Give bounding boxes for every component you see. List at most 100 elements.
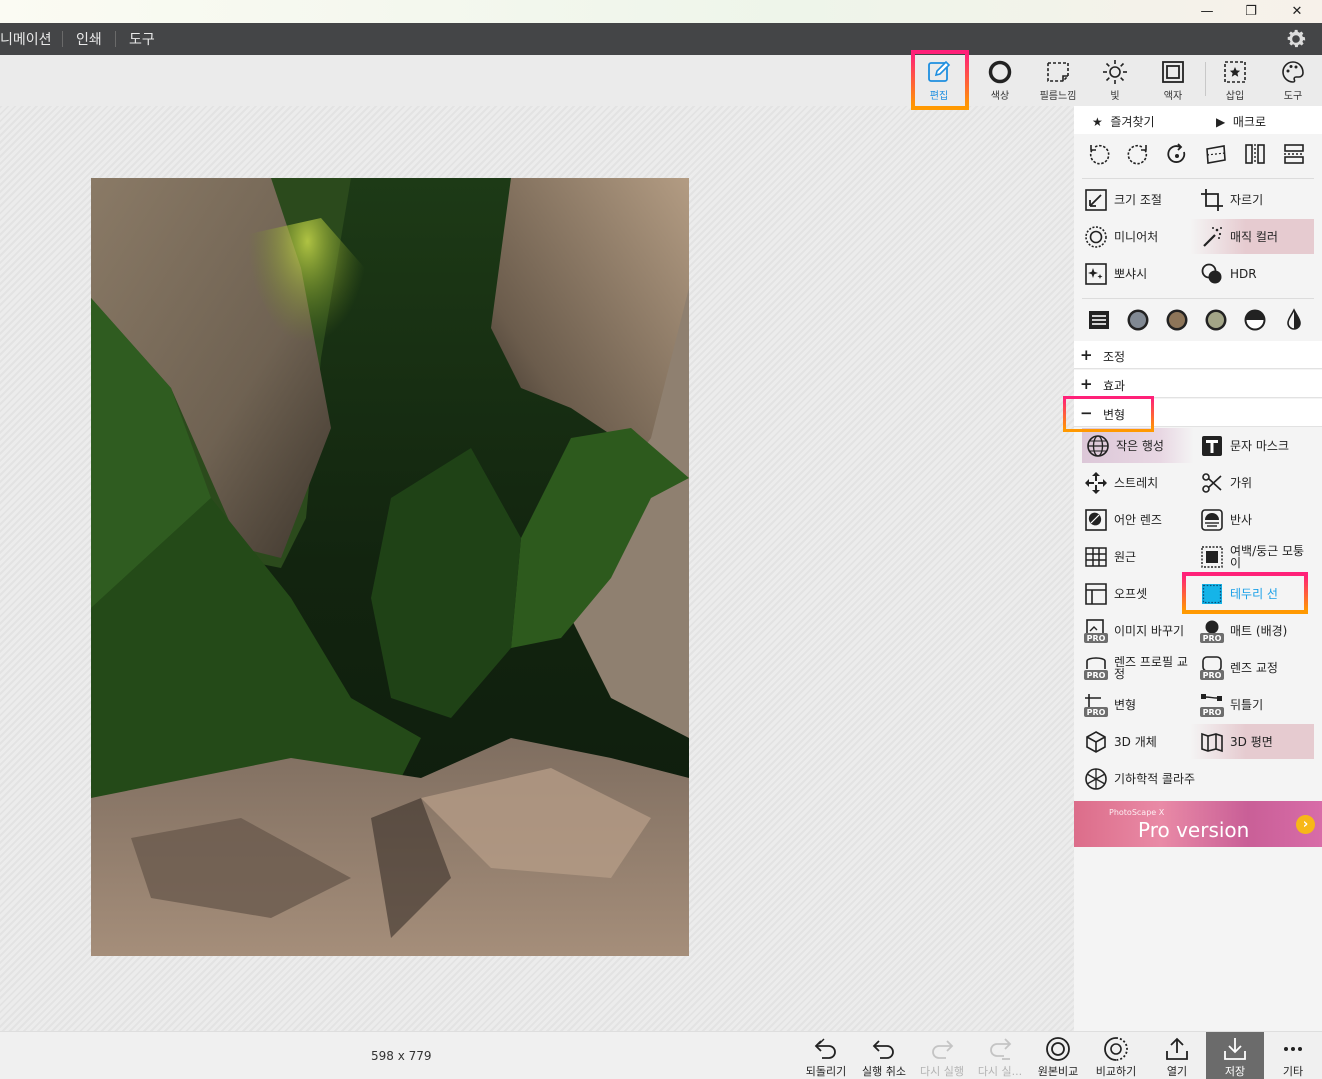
object-3d-button[interactable]: 3D 개체 bbox=[1074, 724, 1190, 759]
margin-rounded-button[interactable]: 여백/둥근 모퉁이 bbox=[1190, 539, 1306, 574]
menu-item-print[interactable]: 인쇄 bbox=[76, 29, 102, 49]
magic-color-button[interactable]: 매직 컬러 bbox=[1190, 219, 1314, 254]
favorites-row: ★ 즐겨찾기 ▶ 매크로 bbox=[1074, 106, 1322, 134]
tab-color-label: 색상 bbox=[990, 91, 1010, 102]
sparkle-label: 뽀샤시 bbox=[1114, 266, 1148, 281]
sparkle-icon bbox=[1085, 262, 1107, 285]
compare-label: 비교하기 bbox=[1095, 1065, 1137, 1078]
favorites-button[interactable]: ★ 즐겨찾기 bbox=[1092, 113, 1155, 130]
plane-3d-button[interactable]: 3D 평면 bbox=[1190, 724, 1314, 759]
preset-gray-button[interactable] bbox=[1118, 303, 1157, 337]
upload-icon bbox=[1166, 1037, 1188, 1060]
gear-icon[interactable] bbox=[1284, 27, 1308, 51]
hdr-button[interactable]: HDR bbox=[1190, 256, 1306, 291]
toolbar-divider bbox=[1205, 62, 1206, 96]
edit-icon bbox=[928, 60, 951, 82]
stretch-button[interactable]: 스트레치 bbox=[1074, 465, 1190, 500]
reflection-button[interactable]: 반사 bbox=[1190, 502, 1306, 537]
title-bar: — ❐ ✕ bbox=[0, 0, 1322, 23]
tab-light[interactable]: 빛 bbox=[1090, 59, 1140, 105]
rotate-left-button[interactable] bbox=[1079, 137, 1118, 171]
chevron-right-icon: › bbox=[1296, 815, 1315, 834]
rotate-free-icon bbox=[1166, 143, 1185, 163]
miniature-button[interactable]: 미니어처 bbox=[1074, 219, 1190, 254]
minimize-button[interactable]: — bbox=[1184, 0, 1230, 23]
photo-preview[interactable] bbox=[91, 178, 689, 956]
stretch-arrows-icon bbox=[1085, 471, 1107, 494]
transform-button[interactable]: PRO 변형 bbox=[1074, 687, 1190, 722]
redo-button[interactable]: 다시 실행 bbox=[913, 1032, 971, 1079]
compare-icon bbox=[1104, 1037, 1128, 1061]
magic-wand-icon bbox=[1203, 226, 1222, 247]
tab-insert[interactable]: 삽입 bbox=[1210, 59, 1260, 105]
resize-button[interactable]: 크기 조절 bbox=[1074, 182, 1190, 217]
rotate-right-button[interactable] bbox=[1118, 137, 1157, 171]
compare-button[interactable]: 비교하기 bbox=[1087, 1032, 1145, 1079]
tab-frame[interactable]: 액자 bbox=[1148, 59, 1198, 105]
rotate-right-icon bbox=[1127, 144, 1147, 165]
preset-brown-button[interactable] bbox=[1157, 303, 1196, 337]
rotate-flip-row bbox=[1079, 137, 1313, 171]
preset-drop-button[interactable] bbox=[1274, 303, 1313, 337]
geometric-icon bbox=[1085, 767, 1107, 790]
sparkle-button[interactable]: 뽀샤시 bbox=[1074, 256, 1190, 291]
warp-button[interactable]: PRO 뒤틀기 bbox=[1190, 687, 1306, 722]
straighten-button[interactable] bbox=[1196, 137, 1235, 171]
save-button[interactable]: 저장 bbox=[1206, 1032, 1264, 1079]
olive-tone-icon bbox=[1205, 309, 1226, 331]
compare-original-button[interactable]: 원본비교 bbox=[1029, 1032, 1087, 1079]
matte-button[interactable]: PRO 매트 (배경) bbox=[1190, 613, 1306, 648]
more-button[interactable]: 기타 bbox=[1264, 1032, 1322, 1079]
fisheye-button[interactable]: 어안 렌즈 bbox=[1074, 502, 1190, 537]
tab-edit-label: 편집 bbox=[929, 91, 949, 102]
film-icon bbox=[1047, 62, 1069, 82]
revert-button[interactable]: 되돌리기 bbox=[797, 1032, 855, 1079]
promo-app-name: PhotoScape X bbox=[1109, 808, 1165, 817]
close-button[interactable]: ✕ bbox=[1274, 0, 1320, 23]
section-transform-label: 변형 bbox=[1103, 408, 1126, 422]
menu-item-animation[interactable]: 니메이션 bbox=[0, 29, 52, 49]
replace-image-label: 이미지 바꾸기 bbox=[1114, 623, 1185, 638]
geometric-collage-button[interactable]: 기하학적 콜라주 bbox=[1074, 761, 1204, 796]
revert-icon bbox=[814, 1038, 836, 1059]
tiny-planet-button[interactable]: 작은 행성 bbox=[1082, 428, 1194, 463]
preset-contrast-button[interactable] bbox=[1235, 303, 1274, 337]
redo-all-button[interactable]: 다시 실... bbox=[971, 1032, 1029, 1079]
crop-button[interactable]: 자르기 bbox=[1190, 182, 1306, 217]
section-adjust[interactable]: + 조정 bbox=[1074, 341, 1322, 369]
save-label: 저장 bbox=[1224, 1065, 1246, 1078]
offset-icon bbox=[1085, 582, 1107, 605]
flip-horizontal-button[interactable] bbox=[1235, 137, 1274, 171]
offset-label: 오프셋 bbox=[1114, 586, 1148, 601]
perspective-button[interactable]: 원근 bbox=[1074, 539, 1190, 574]
undo-button[interactable]: 실행 취소 bbox=[855, 1032, 913, 1079]
text-mask-button[interactable]: 문자 마스크 bbox=[1190, 428, 1306, 463]
replace-image-button[interactable]: PRO 이미지 바꾸기 bbox=[1074, 613, 1190, 648]
maximize-button[interactable]: ❐ bbox=[1228, 0, 1274, 23]
levels-button[interactable] bbox=[1079, 303, 1118, 337]
tab-tools[interactable]: 도구 bbox=[1268, 59, 1318, 105]
redo-all-icon bbox=[990, 1038, 1012, 1060]
rotate-free-button[interactable] bbox=[1157, 137, 1196, 171]
section-transform[interactable]: − 변형 bbox=[1074, 399, 1322, 427]
lens-profile-button[interactable]: PRO 렌즈 프로필 교정 bbox=[1074, 650, 1190, 685]
preset-olive-button[interactable] bbox=[1196, 303, 1235, 337]
pro-version-banner[interactable]: PhotoScape X Pro version › bbox=[1074, 801, 1322, 847]
section-effects[interactable]: + 효과 bbox=[1074, 370, 1322, 398]
open-button[interactable]: 열기 bbox=[1148, 1032, 1206, 1079]
reflection-label: 반사 bbox=[1230, 512, 1253, 527]
macro-button[interactable]: ▶ 매크로 bbox=[1216, 113, 1266, 130]
section-effects-label: 효과 bbox=[1103, 379, 1126, 393]
tab-edit[interactable]: 편집 bbox=[914, 59, 964, 105]
tab-film[interactable]: 필름느낌 bbox=[1033, 59, 1083, 105]
scissors-button[interactable]: 가위 bbox=[1190, 465, 1306, 500]
canvas-area[interactable] bbox=[0, 106, 1074, 1031]
tab-color[interactable]: 색상 bbox=[975, 59, 1025, 105]
lens-correction-button[interactable]: PRO 렌즈 교정 bbox=[1190, 650, 1306, 685]
offset-button[interactable]: 오프셋 bbox=[1074, 576, 1190, 611]
pro-replace-image-icon: PRO bbox=[1084, 618, 1108, 643]
border-line-button[interactable]: 테두리 선 bbox=[1190, 576, 1306, 611]
flip-vertical-button[interactable] bbox=[1274, 137, 1313, 171]
menu-item-tools[interactable]: 도구 bbox=[129, 29, 155, 49]
tools-icon bbox=[1282, 61, 1304, 83]
